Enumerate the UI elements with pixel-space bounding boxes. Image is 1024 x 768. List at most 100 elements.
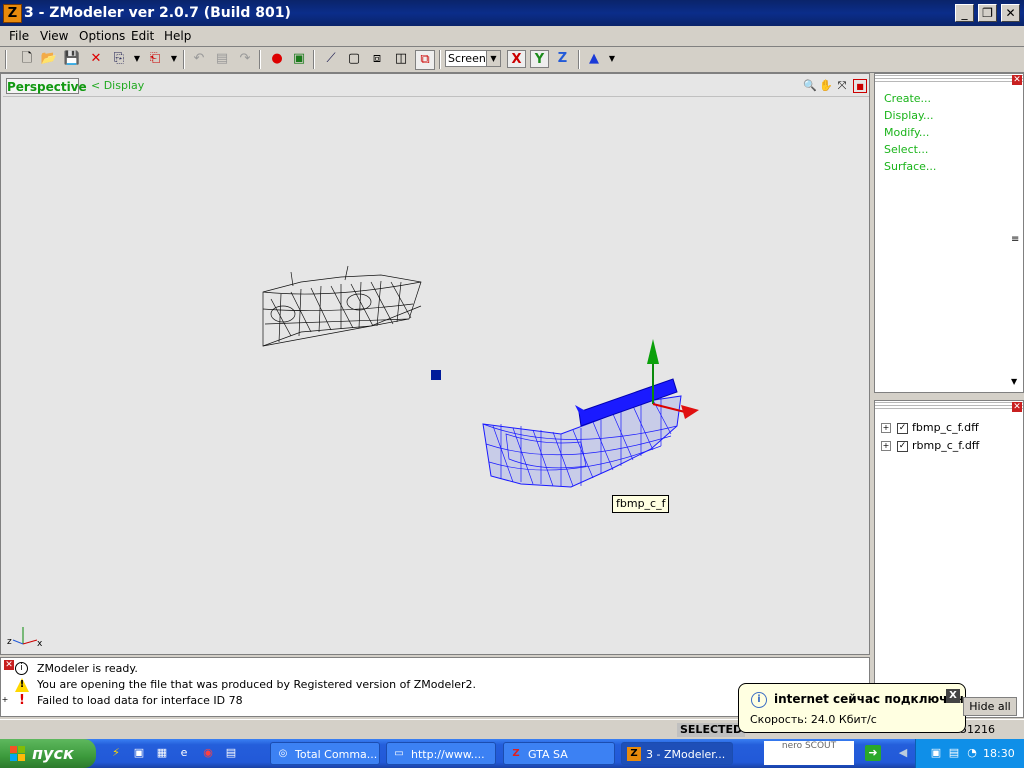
scroll-grip-icon[interactable]: ≡	[1011, 234, 1019, 245]
object-mode-icon[interactable]: ⧈	[368, 50, 386, 68]
coordinate-system-select[interactable]: Screen ▼	[445, 50, 501, 67]
taskbar-task-active[interactable]: Z 3 - ZModeler...	[621, 742, 733, 765]
vertex-mode-icon[interactable]: ⟋	[322, 50, 340, 68]
log-text: You are opening the file that was produc…	[37, 678, 477, 691]
balloon-body: Скорость: 24.0 Кбит/с	[750, 713, 877, 726]
command-display[interactable]: Display...	[884, 109, 933, 122]
balloon-title: internet сейчас подключен	[774, 692, 964, 706]
nero-scout-logo: nero SCOUT	[764, 741, 854, 765]
3d-viewport[interactable]: Perspective < Display 🔍 ✋ ⤧ ■ z x	[0, 73, 870, 655]
axis-y-button[interactable]: Y	[530, 50, 549, 68]
light-dropdown-icon[interactable]: ▼	[603, 50, 621, 68]
expand-icon[interactable]: +	[881, 441, 891, 451]
total-commander-icon: ◎	[278, 748, 288, 759]
start-button[interactable]: пуск	[0, 739, 96, 768]
export-dropdown-icon[interactable]: ▼	[165, 50, 183, 68]
redo-icon[interactable]: ↷	[236, 50, 254, 68]
quicklaunch-opera-icon[interactable]: ◉	[200, 745, 216, 761]
zmodeler-icon: Z	[627, 747, 641, 761]
new-file-icon[interactable]: 🗋	[18, 50, 36, 68]
axis-x-button[interactable]: X	[507, 50, 526, 68]
hide-all-button[interactable]: Hide all	[963, 697, 1017, 716]
tree-item-label: fbmp_c_f.dff	[912, 421, 979, 434]
expand-icon[interactable]: +	[881, 423, 891, 433]
mesh-mode-icon[interactable]: ⧉	[415, 50, 435, 70]
close-icon[interactable]: ✕	[1012, 75, 1022, 85]
log-row[interactable]: + ! Failed to load data for interface ID…	[2, 694, 243, 708]
scene-canvas: z x	[7, 265, 699, 649]
browser-icon: ▭	[394, 748, 404, 759]
quicklaunch-ie-icon[interactable]: e	[176, 745, 192, 761]
texture-icon[interactable]: ▣	[290, 50, 308, 68]
expand-icon[interactable]: +	[1, 696, 9, 704]
panel-gripper[interactable]	[875, 74, 1023, 84]
command-select[interactable]: Select...	[884, 143, 928, 156]
taskbar-task[interactable]: ▭ http://www....	[386, 742, 496, 765]
history-icon[interactable]: ▤	[213, 50, 231, 68]
tree-item[interactable]: + ✓ rbmp_c_f.dff	[881, 439, 979, 452]
save-icon[interactable]: 💾	[63, 50, 81, 68]
menu-options[interactable]: Options	[79, 29, 125, 43]
toolbar-separator	[578, 50, 580, 69]
balloon-close-icon[interactable]: X	[946, 689, 960, 703]
quicklaunch-flash-icon[interactable]: ⚡	[108, 745, 124, 761]
tree-item[interactable]: + ✓ fbmp_c_f.dff	[881, 421, 979, 434]
undo-icon[interactable]: ↶	[190, 50, 208, 68]
scroll-down-icon[interactable]: ▼	[1011, 377, 1017, 386]
checkbox-checked-icon[interactable]: ✓	[897, 440, 908, 452]
panel-gripper[interactable]	[875, 401, 1023, 411]
status-selected: SELECTED	[677, 723, 745, 737]
command-create[interactable]: Create...	[884, 92, 931, 105]
export-icon[interactable]: ⎗	[146, 50, 164, 68]
tray-collapse-icon[interactable]: ◀	[895, 745, 911, 761]
tray-network-icon[interactable]: ▣	[928, 745, 944, 761]
render-icon[interactable]: ●	[268, 50, 286, 68]
minimize-button[interactable]: _	[955, 4, 974, 22]
taskbar-task-label: GTA SA	[528, 748, 568, 761]
scene-pivot-marker[interactable]	[431, 370, 441, 380]
taskbar-task[interactable]: Z GTA SA	[503, 742, 615, 765]
menu-file[interactable]: File	[9, 29, 29, 43]
quicklaunch-calculator-icon[interactable]: ▤	[223, 745, 239, 761]
close-icon[interactable]: ✕	[1012, 402, 1022, 412]
quicklaunch-app-icon[interactable]: ▦	[154, 745, 170, 761]
restore-button[interactable]: ❐	[978, 4, 997, 22]
zmodeler-app-icon[interactable]: Z	[3, 4, 22, 23]
checkbox-checked-icon[interactable]: ✓	[897, 422, 908, 434]
log-text: ZModeler is ready.	[37, 662, 138, 675]
toolbar-separator	[5, 50, 7, 69]
menu-help[interactable]: Help	[164, 29, 191, 43]
delete-icon[interactable]: ✕	[87, 50, 105, 68]
face-mode-icon[interactable]: ◫	[392, 50, 410, 68]
box-mode-icon[interactable]: ▢	[345, 50, 363, 68]
object-name-tooltip: fbmp_c_f	[612, 495, 670, 513]
taskbar-task[interactable]: ◎ Total Comma...	[270, 742, 380, 765]
import-dropdown-icon[interactable]: ▼	[128, 50, 146, 68]
tray-app-icon[interactable]: ▤	[946, 745, 962, 761]
network-notification-balloon[interactable]: i internet сейчас подключен Скорость: 24…	[738, 683, 966, 733]
menu-edit[interactable]: Edit	[131, 29, 154, 43]
info-icon: i	[15, 662, 28, 675]
commands-panel: ✕ Create... Display... Modify... Select.…	[874, 73, 1024, 393]
log-text: Failed to load data for interface ID 78	[37, 694, 243, 707]
tray-arrow-icon[interactable]: ➜	[865, 745, 881, 761]
light-cone-icon[interactable]: ▲	[585, 50, 603, 68]
menu-view[interactable]: View	[40, 29, 68, 43]
windows-logo-icon	[10, 746, 25, 761]
window-title: 3 - ZModeler ver 2.0.7 (Build 801)	[24, 5, 291, 21]
command-modify[interactable]: Modify...	[884, 126, 929, 139]
fbmp-selected-mesh[interactable]	[482, 378, 682, 488]
clock[interactable]: 18:30	[983, 747, 1015, 760]
toolbar-separator	[313, 50, 315, 69]
quicklaunch-media-icon[interactable]: ▣	[131, 745, 147, 761]
windows-taskbar: пуск ⚡ ▣ ▦ e ◉ ▤ ◎ Total Comma... ▭ http…	[0, 739, 1024, 768]
warning-icon: !	[15, 678, 29, 692]
close-icon[interactable]: ✕	[4, 660, 14, 670]
command-surface[interactable]: Surface...	[884, 160, 936, 173]
import-icon[interactable]: ⎘	[110, 50, 128, 68]
axis-z-button[interactable]: Z	[553, 50, 572, 68]
open-folder-icon[interactable]: 📂	[40, 50, 58, 68]
rbmp-wireframe[interactable]	[262, 265, 422, 347]
close-button[interactable]: ✕	[1001, 4, 1020, 22]
tray-volume-icon[interactable]: ◔	[964, 745, 980, 761]
